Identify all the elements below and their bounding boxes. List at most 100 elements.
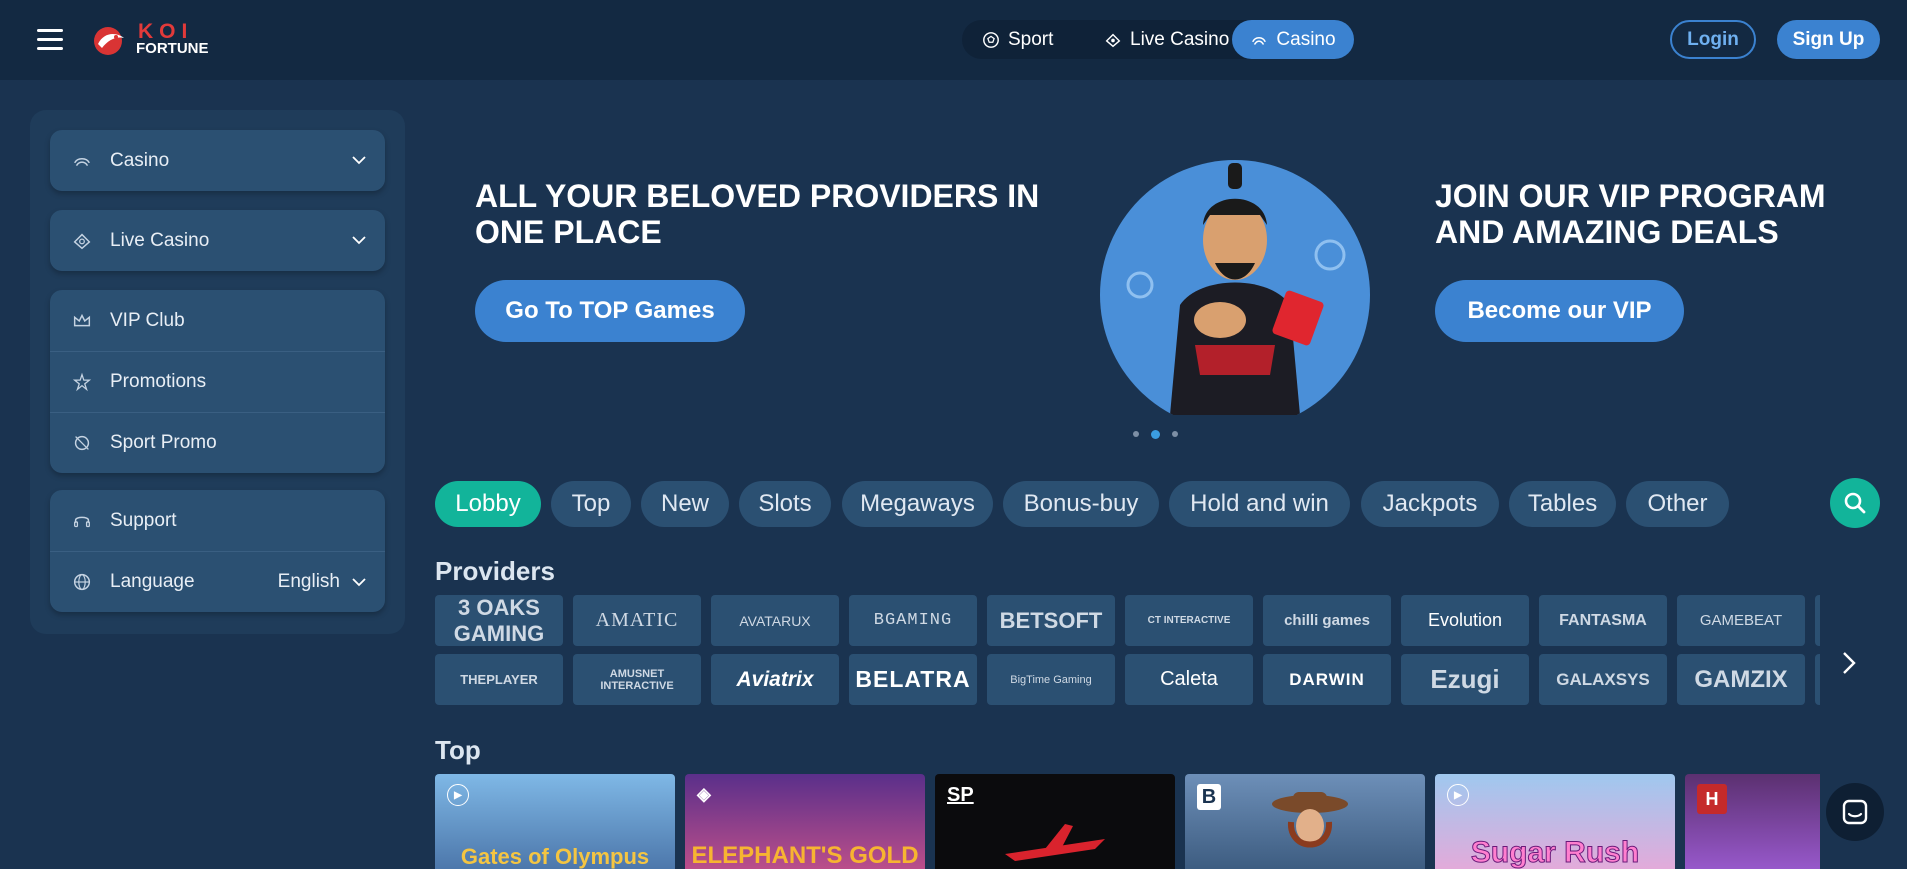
game-card[interactable]: SP [935, 774, 1175, 869]
provider-gamebeat[interactable]: GAMEBEAT [1677, 595, 1805, 646]
globe-icon [70, 570, 94, 594]
sidebar-item-sport-promo[interactable]: Sport Promo [50, 412, 385, 473]
provider-amatic[interactable]: AMATIC [573, 595, 701, 646]
carousel-dots [1133, 430, 1183, 440]
stars-icon [70, 370, 94, 394]
game-title: Gates of Olympus [460, 844, 650, 869]
go-to-top-games-button[interactable]: Go To TOP Games [475, 280, 745, 342]
provider-galaxsys[interactable]: GALAXSYS [1539, 654, 1667, 705]
sidebar-item-support[interactable]: Support [50, 490, 385, 551]
provider-betsoft[interactable]: BETSOFT [987, 595, 1115, 646]
provider-aviatrix[interactable]: Aviatrix [711, 654, 839, 705]
login-button[interactable]: Login [1670, 20, 1756, 59]
category-megaways[interactable]: Megaways [842, 481, 993, 527]
provider-ezugi[interactable]: Ezugi [1401, 654, 1529, 705]
tab-live-casino-label: Live Casino [1130, 28, 1230, 50]
provider-diamond-icon: ◈ [697, 784, 711, 804]
provider-darwin[interactable]: DARWIN [1263, 654, 1391, 705]
game-title: Sugar Rush [1470, 836, 1640, 869]
carousel-dot-2[interactable] [1151, 430, 1160, 439]
chat-button[interactable] [1826, 783, 1884, 841]
tab-sport[interactable]: Sport [962, 20, 1090, 59]
category-other[interactable]: Other [1626, 481, 1729, 527]
sidebar-item-label: VIP Club [110, 309, 185, 331]
game-card[interactable]: ◈ ELEPHANT'S GOLD [685, 774, 925, 869]
tab-casino-label: Casino [1276, 28, 1336, 50]
provider-theplayer[interactable]: THEPLAYER [435, 654, 563, 705]
chevron-down-icon[interactable] [351, 574, 367, 590]
category-lobby[interactable]: Lobby [435, 481, 541, 527]
provider-bigtime-gaming[interactable]: BigTime Gaming [987, 654, 1115, 705]
provider-ct-interactive[interactable]: CT INTERACTIVE [1125, 595, 1253, 646]
search-button[interactable] [1830, 478, 1880, 528]
game-card[interactable]: ▶ Sugar Rush [1435, 774, 1675, 869]
headset-icon [70, 509, 94, 533]
category-jackpots[interactable]: Jackpots [1361, 481, 1499, 527]
provider-evolution[interactable]: Evolution [1401, 595, 1529, 646]
game-card[interactable]: B [1185, 774, 1425, 869]
provider-partial[interactable] [1815, 654, 1820, 705]
sidebar-item-label: Promotions [110, 371, 207, 392]
provider-avatarux[interactable]: AVATARUX [711, 595, 839, 646]
sidebar-support-card: Support Language English [50, 490, 385, 612]
game-provider-badge: B [1197, 784, 1221, 810]
category-new[interactable]: New [641, 481, 729, 527]
sidebar-item-casino[interactable]: Casino [50, 130, 385, 191]
provider-belatra[interactable]: BELATRA [849, 654, 977, 705]
provider-bgaming[interactable]: BGAMING [849, 595, 977, 646]
provider-gamzix[interactable]: GAMZIX [1677, 654, 1805, 705]
carousel-dot-3[interactable] [1172, 431, 1178, 437]
sidebar-item-promotions[interactable]: Promotions [50, 351, 385, 412]
providers-heading: Providers [435, 556, 555, 586]
top-header: KOI FORTUNE Sport Live Casino Casino Log… [0, 0, 1907, 80]
language-value[interactable]: English [278, 571, 340, 593]
search-icon [1844, 492, 1866, 514]
provider-3-oaks[interactable]: 3 OAKS GAMING [435, 595, 563, 646]
category-tables[interactable]: Tables [1509, 481, 1616, 527]
tab-casino[interactable]: Casino [1232, 20, 1354, 59]
tab-sport-label: Sport [1008, 28, 1054, 50]
provider-fantasma[interactable]: FANTASMA [1539, 595, 1667, 646]
sidebar: Casino Live Casino VIP Club Promotions S… [30, 110, 405, 634]
provider-play-icon: ▶ [447, 784, 469, 806]
sidebar-item-label: Casino [110, 149, 170, 171]
game-card[interactable]: H [1685, 774, 1820, 869]
casino-icon [70, 149, 94, 173]
category-slots[interactable]: Slots [739, 481, 831, 527]
become-vip-button[interactable]: Become our VIP [1435, 280, 1684, 342]
chevron-down-icon[interactable] [351, 232, 367, 248]
sidebar-item-label: Sport Promo [110, 432, 217, 453]
provider-amusnet[interactable]: AMUSNET INTERACTIVE [573, 654, 701, 705]
sidebar-item-language[interactable]: Language English [50, 551, 385, 612]
provider-caleta[interactable]: Caleta [1125, 654, 1253, 705]
chevron-down-icon[interactable] [351, 152, 367, 168]
chevron-right-icon[interactable] [1838, 650, 1860, 676]
game-card[interactable]: ▶ Gates of Olympus [435, 774, 675, 869]
logo-fortune-text: FORTUNE [136, 40, 209, 57]
tab-live-casino[interactable]: Live Casino [1093, 20, 1233, 59]
top-heading: Top [435, 735, 481, 765]
menu-icon[interactable] [37, 29, 63, 51]
chat-icon [1842, 799, 1868, 825]
logo[interactable]: KOI FORTUNE [90, 20, 240, 60]
sidebar-live-card: Live Casino [50, 210, 385, 271]
sidebar-item-label: Support [110, 509, 177, 531]
category-top[interactable]: Top [551, 481, 631, 527]
sidebar-item-live-casino[interactable]: Live Casino [50, 210, 385, 271]
carousel-dot-1[interactable] [1133, 431, 1139, 437]
crown-icon [70, 309, 94, 333]
provider-partial[interactable] [1815, 595, 1820, 646]
game-provider-badge: SP [947, 784, 974, 806]
casino-icon [1252, 36, 1267, 45]
game-provider-badge: H [1697, 784, 1727, 814]
sidebar-item-vip-club[interactable]: VIP Club [50, 290, 385, 351]
category-hold-and-win[interactable]: Hold and win [1169, 481, 1350, 527]
banner-vip: JOIN OUR VIP PROGRAM AND AMAZING DEALS B… [1435, 178, 1895, 342]
provider-chilli-games[interactable]: chilli games [1263, 595, 1391, 646]
soccer-ball-icon [983, 31, 999, 48]
providers-grid: 3 OAKS GAMING AMATIC AVATARUX BGAMING BE… [435, 595, 1820, 707]
sidebar-casino-card: Casino [50, 130, 385, 191]
signup-button[interactable]: Sign Up [1777, 20, 1880, 59]
category-bonus-buy[interactable]: Bonus-buy [1003, 481, 1159, 527]
top-games-row: ▶ Gates of Olympus ◈ ELEPHANT'S GOLD SP … [435, 774, 1820, 869]
